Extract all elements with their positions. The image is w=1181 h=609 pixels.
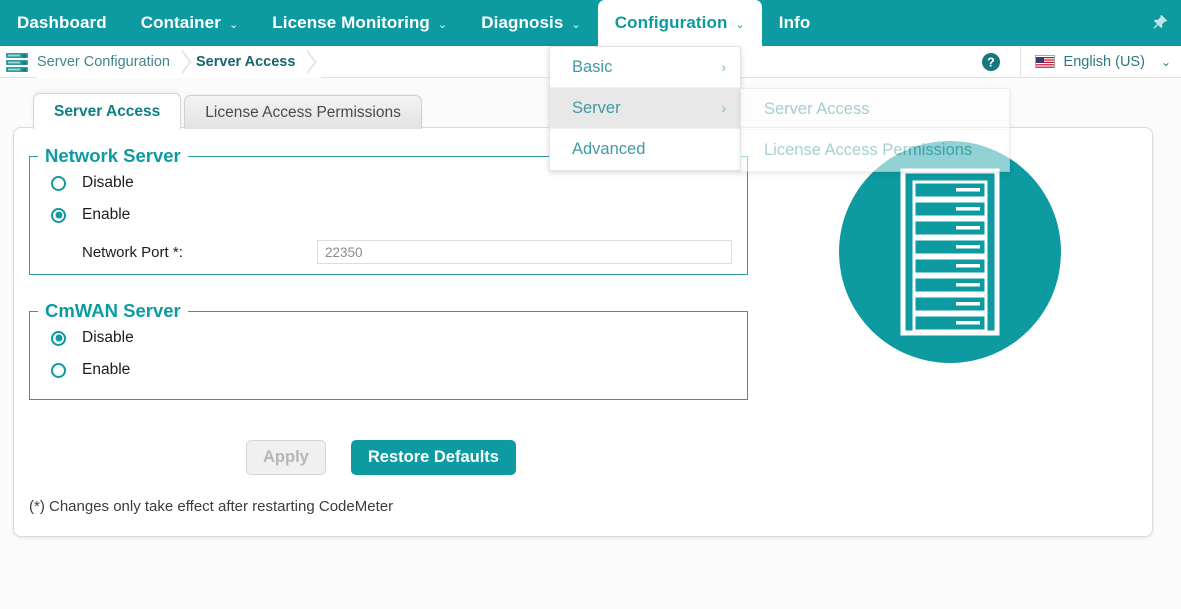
- server-submenu: Server Access License Access Permissions: [740, 88, 1010, 172]
- radio-icon[interactable]: [51, 175, 66, 191]
- nav-item-label: License Monitoring: [272, 13, 430, 32]
- nav-item-info[interactable]: Info: [762, 0, 828, 46]
- cmwan-server-option-disable[interactable]: Disable: [30, 322, 747, 354]
- nav-item-license-monitoring[interactable]: License Monitoring ⌄: [255, 0, 464, 46]
- radio-label: Enable: [82, 361, 131, 378]
- chevron-down-icon: ⌄: [1160, 54, 1171, 69]
- network-server-option-disable[interactable]: Disable: [30, 167, 747, 199]
- nav-item-container[interactable]: Container ⌄: [124, 0, 256, 46]
- tab-label: Server Access: [54, 102, 161, 120]
- cmwan-server-option-enable[interactable]: Enable: [30, 354, 747, 386]
- server-rack-illustration: [839, 141, 1061, 363]
- menu-item-label: Server: [572, 98, 621, 117]
- radio-label: Disable: [82, 174, 134, 191]
- nav-item-diagnosis[interactable]: Diagnosis ⌄: [464, 0, 597, 46]
- chevron-right-icon: ›: [721, 100, 726, 116]
- chevron-down-icon: ⌄: [228, 18, 239, 31]
- radio-label: Enable: [82, 206, 131, 223]
- radio-icon-selected[interactable]: [51, 207, 66, 223]
- chevron-down-icon: ⌄: [735, 18, 745, 31]
- submenu-item-label: Server Access: [764, 99, 870, 118]
- breadcrumb-item-server-access[interactable]: Server Access: [196, 45, 322, 78]
- cmwan-server-group: CmWAN Server Disable Enable: [29, 300, 748, 400]
- submenu-item-license-access-permissions[interactable]: License Access Permissions: [741, 130, 1009, 171]
- form-actions: Apply Restore Defaults: [14, 440, 748, 475]
- apply-button[interactable]: Apply: [246, 440, 326, 475]
- radio-label: Disable: [82, 329, 134, 346]
- menu-item-advanced[interactable]: Advanced: [550, 129, 740, 170]
- cmwan-server-legend: CmWAN Server: [45, 300, 181, 321]
- language-selector[interactable]: English (US) ⌄: [1019, 45, 1181, 78]
- restart-note: (*) Changes only take effect after resta…: [29, 498, 394, 515]
- radio-icon-selected[interactable]: [51, 330, 66, 346]
- chevron-down-icon: ⌄: [571, 18, 581, 31]
- content-panel: Network Server Disable Enable Network Po…: [13, 127, 1153, 537]
- submenu-item-label: License Access Permissions: [764, 141, 973, 159]
- server-stack-icon: [6, 52, 28, 72]
- svg-text:?: ?: [987, 55, 995, 69]
- radio-icon[interactable]: [51, 362, 66, 378]
- configuration-dropdown-menu: Basic › Server › Advanced: [549, 46, 741, 171]
- network-server-option-enable[interactable]: Enable: [30, 199, 747, 231]
- application-window: Dashboard Container ⌄ License Monitoring…: [0, 0, 1181, 609]
- us-flag-icon: [1034, 55, 1055, 68]
- network-port-input[interactable]: [317, 240, 732, 264]
- restore-defaults-button[interactable]: Restore Defaults: [350, 440, 516, 475]
- chevron-down-icon: ⌄: [437, 18, 448, 31]
- breadcrumb-label: Server Access: [196, 53, 296, 70]
- tab-server-access[interactable]: Server Access: [33, 93, 182, 129]
- menu-item-label: Advanced: [572, 140, 646, 158]
- language-label: English (US): [1063, 53, 1145, 70]
- network-server-legend: Network Server: [45, 145, 181, 166]
- breadcrumb-label: Server Configuration: [37, 53, 170, 70]
- menu-item-server[interactable]: Server ›: [550, 88, 740, 129]
- nav-item-label: Configuration: [614, 13, 728, 32]
- menu-item-basic[interactable]: Basic ›: [550, 47, 740, 88]
- nav-item-label: Info: [778, 13, 811, 32]
- tab-license-access-permissions[interactable]: License Access Permissions: [184, 95, 422, 129]
- chevron-right-icon: ›: [721, 59, 726, 75]
- nav-item-label: Dashboard: [17, 13, 107, 32]
- nav-item-label: Container: [140, 13, 221, 32]
- pushpin-icon[interactable]: [1145, 8, 1173, 36]
- nav-item-dashboard[interactable]: Dashboard: [0, 0, 124, 46]
- breadcrumb-item-server-configuration[interactable]: Server Configuration: [37, 45, 196, 78]
- nav-item-label: Diagnosis: [481, 13, 564, 32]
- submenu-item-server-access[interactable]: Server Access: [741, 89, 1009, 130]
- breadcrumb-right-controls: ? English (US) ⌄: [976, 45, 1181, 78]
- top-navigation-bar: Dashboard Container ⌄ License Monitoring…: [0, 0, 1181, 46]
- network-port-label: Network Port *:: [82, 243, 183, 261]
- menu-item-label: Basic: [572, 57, 613, 76]
- help-circle-icon[interactable]: ?: [976, 47, 1006, 77]
- nav-item-configuration[interactable]: Configuration ⌄: [597, 0, 762, 46]
- tab-label: License Access Permissions: [205, 103, 401, 121]
- network-port-row: Network Port *:: [30, 237, 747, 267]
